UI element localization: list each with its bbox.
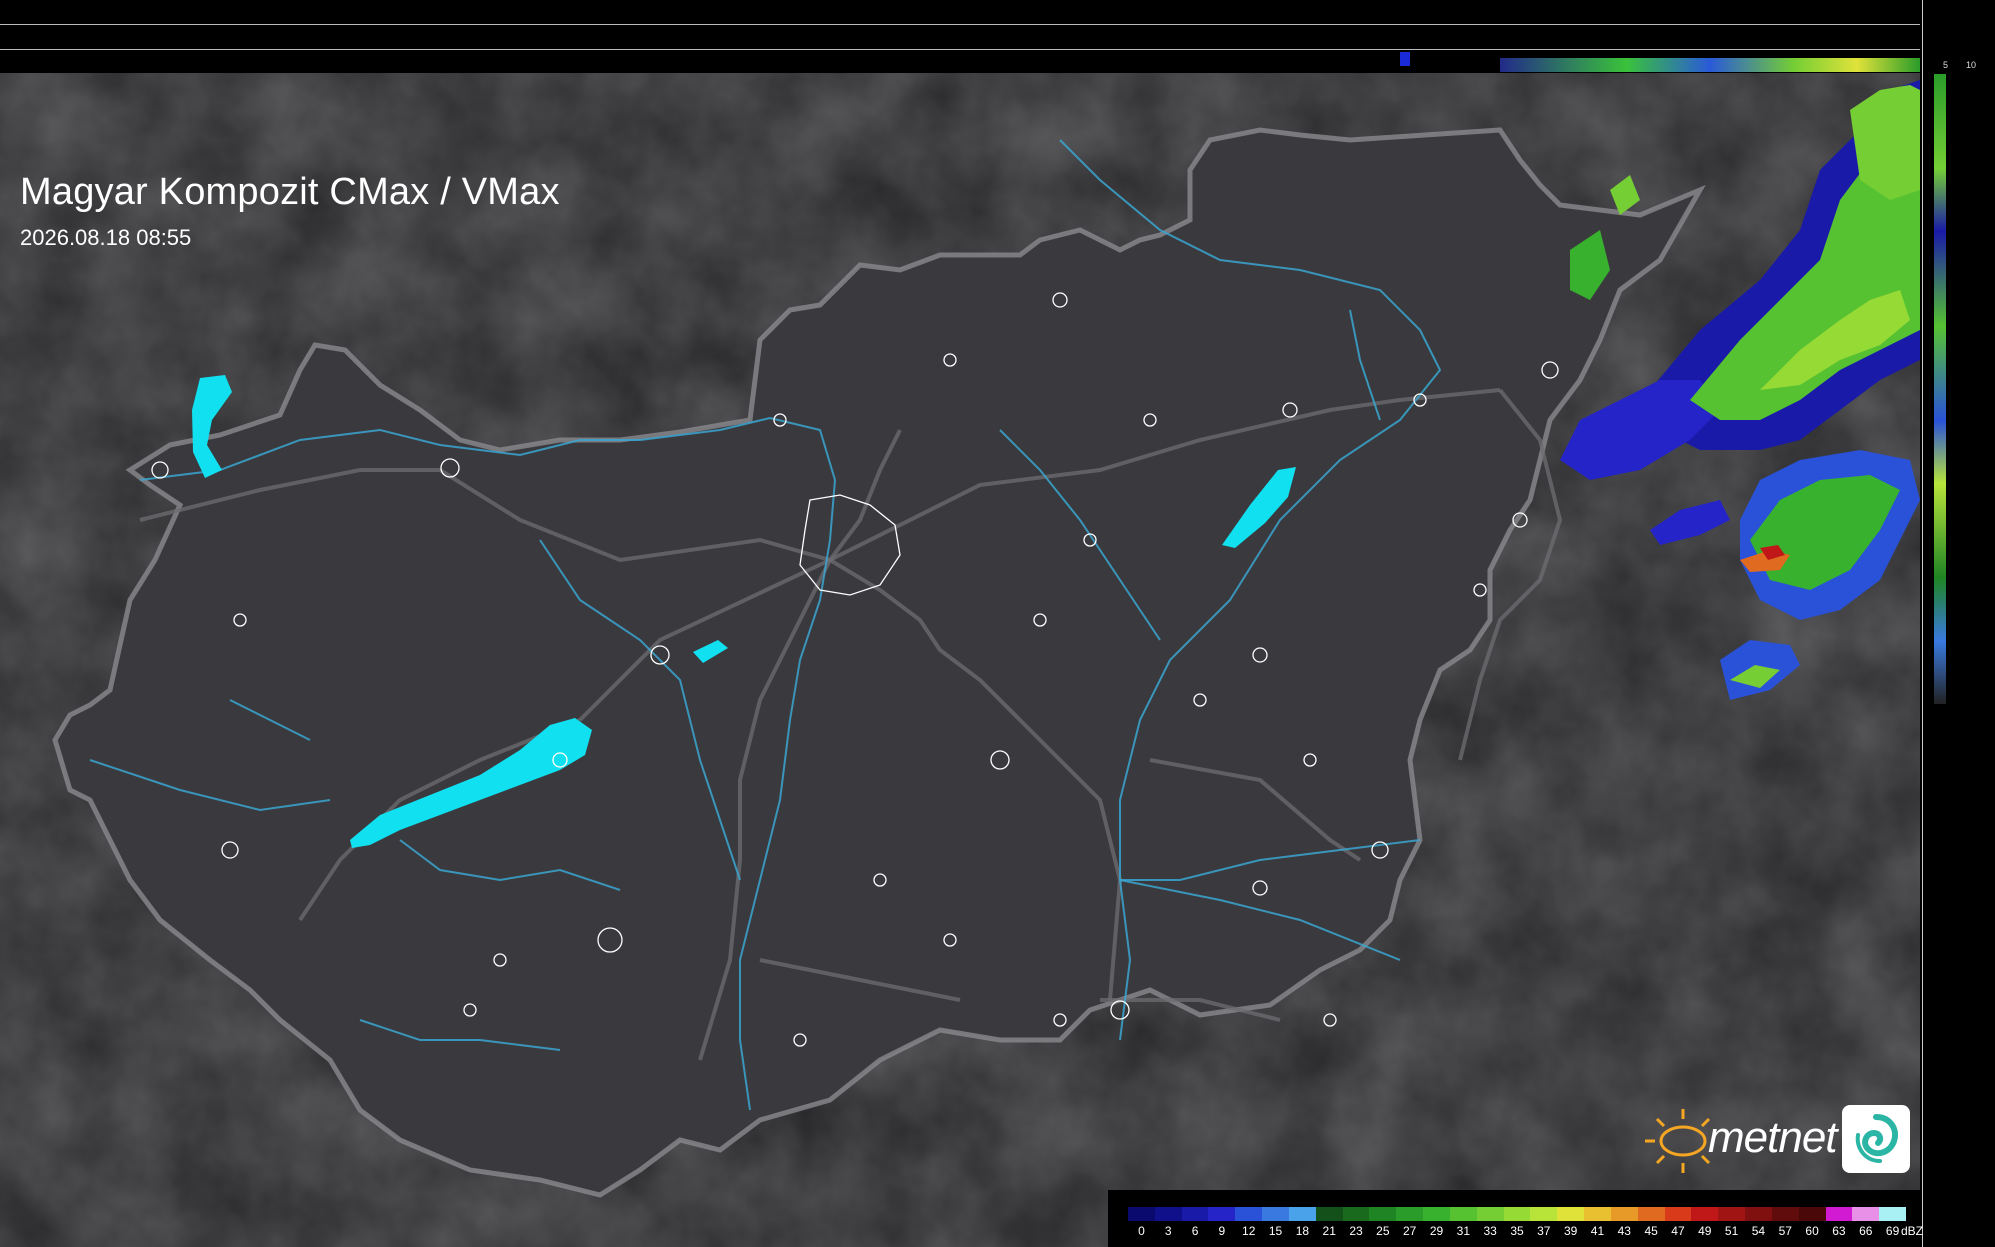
top-echo-profile <box>1500 58 1920 72</box>
dbz-color-legend: 0 3 6 9 12 15 18 21 23 25 27 29 31 33 35 37 39 41 43 45 47 49… <box>1108 1190 1923 1247</box>
legend-value-label: 43 <box>1617 1224 1631 1238</box>
legend-value-label: 39 <box>1563 1224 1578 1238</box>
legend-value-label: 3 <box>1164 1224 1172 1238</box>
legend-swatch <box>1530 1207 1558 1221</box>
metnet-logo: metnet <box>1635 1105 1910 1177</box>
legend-value-label: 69 <box>1885 1224 1900 1238</box>
legend-value-label: 51 <box>1724 1224 1739 1238</box>
legend-value-label: 33 <box>1483 1224 1497 1238</box>
radar-map[interactable]: Magyar Kompozit CMax / VMax 2026.08.18 0… <box>0 73 1920 1247</box>
legend-swatch <box>1503 1207 1531 1221</box>
legend-swatch <box>1449 1207 1477 1221</box>
legend-value-label: 49 <box>1698 1224 1712 1238</box>
legend-color-bar <box>1128 1207 1907 1221</box>
map-title: Magyar Kompozit CMax / VMax <box>20 171 560 213</box>
legend-value-labels: 0 3 6 9 12 15 18 21 23 25 27 29 31 33 35 37 39 41 43 45 47 49… <box>1128 1224 1928 1240</box>
legend-swatch <box>1745 1207 1772 1221</box>
legend-swatch <box>1369 1207 1397 1221</box>
legend-swatch <box>1610 1207 1638 1221</box>
scale-line-10 <box>0 24 1920 25</box>
legend-swatch <box>1315 1207 1343 1221</box>
legend-swatch <box>1798 1207 1826 1221</box>
legend-value-label: 35 <box>1510 1224 1524 1238</box>
top-scale-panel <box>0 0 1920 73</box>
legend-value-label: 66 <box>1859 1224 1873 1238</box>
legend-unit-label: dBZ <box>1900 1224 1924 1238</box>
side-echo-profile <box>1934 74 1946 704</box>
logo-text: metnet <box>1708 1113 1838 1162</box>
legend-value-label: 9 <box>1218 1224 1226 1238</box>
side-scale-line <box>1922 0 1923 1247</box>
legend-swatch <box>1396 1207 1424 1221</box>
legend-value-label: 25 <box>1376 1224 1390 1238</box>
legend-value-label: 12 <box>1242 1224 1256 1238</box>
legend-swatch <box>1718 1207 1746 1221</box>
legend-value-label: 63 <box>1832 1224 1846 1238</box>
scale-tick-label: 5 <box>1943 60 1949 70</box>
legend-swatch <box>1852 1207 1880 1221</box>
legend-value-label: 29 <box>1429 1224 1444 1238</box>
legend-value-label: 15 <box>1268 1224 1283 1238</box>
legend-value-label: 57 <box>1778 1224 1792 1238</box>
map-canvas <box>0 73 1920 1247</box>
legend-swatch <box>1879 1207 1907 1221</box>
legend-swatch <box>1557 1207 1585 1221</box>
legend-value-label: 21 <box>1322 1224 1336 1238</box>
legend-swatch <box>1584 1207 1611 1221</box>
legend-value-label: 60 <box>1805 1224 1819 1238</box>
sun-icon <box>1645 1109 1711 1173</box>
legend-swatch <box>1154 1207 1182 1221</box>
legend-value-label: 37 <box>1537 1224 1551 1238</box>
legend-swatch <box>1235 1207 1263 1221</box>
scale-tick-label: 10 <box>1966 60 1977 70</box>
legend-value-label: 6 <box>1191 1224 1199 1238</box>
legend-value-label: 41 <box>1590 1224 1605 1238</box>
legend-value-label: 0 <box>1138 1224 1145 1238</box>
legend-value-label: 31 <box>1456 1224 1471 1238</box>
legend-swatch <box>1664 1207 1692 1221</box>
legend-swatch <box>1423 1207 1450 1221</box>
legend-swatch <box>1288 1207 1316 1221</box>
legend-swatch <box>1476 1207 1504 1221</box>
side-scale-panel <box>1920 0 1995 1247</box>
legend-swatch <box>1691 1207 1719 1221</box>
scale-line-5 <box>0 49 1920 50</box>
map-timestamp: 2026.08.18 08:55 <box>20 225 192 250</box>
legend-swatch <box>1342 1207 1370 1221</box>
swirl-icon <box>1842 1105 1910 1173</box>
legend-value-label: 23 <box>1349 1224 1363 1238</box>
legend-value-label: 54 <box>1751 1224 1766 1238</box>
legend-value-label: 27 <box>1403 1224 1417 1238</box>
legend-swatch <box>1637 1207 1665 1221</box>
legend-swatch <box>1262 1207 1289 1221</box>
legend-swatch <box>1208 1207 1236 1221</box>
top-echo-strip <box>1400 52 1410 66</box>
legend-swatch <box>1181 1207 1209 1221</box>
legend-swatch <box>1825 1207 1853 1221</box>
legend-swatch <box>1128 1207 1155 1221</box>
legend-swatch <box>1771 1207 1799 1221</box>
legend-value-label: 18 <box>1295 1224 1310 1238</box>
legend-value-label: 45 <box>1644 1224 1658 1238</box>
legend-value-label: 47 <box>1671 1224 1685 1238</box>
